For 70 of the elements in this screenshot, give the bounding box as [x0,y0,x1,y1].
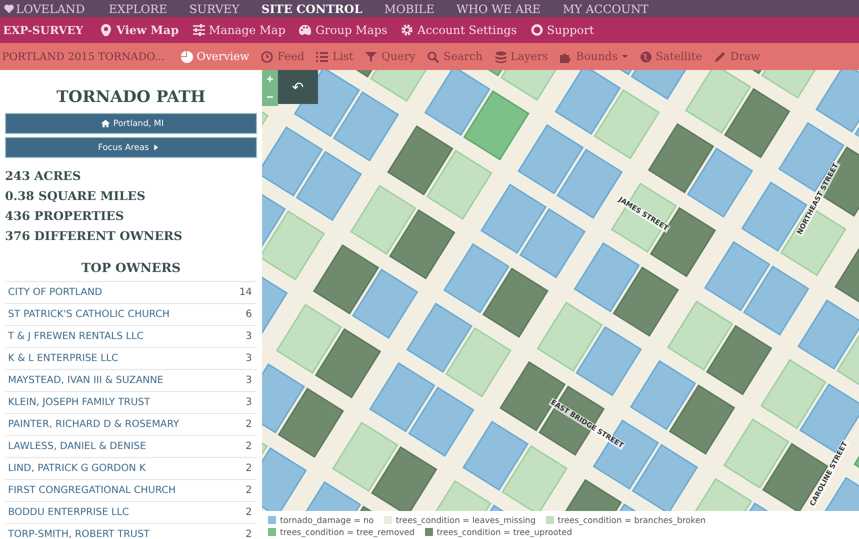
owner-link[interactable]: TORP-SMITH, ROBERT TRUST [8,529,150,539]
toolbar-link[interactable]: Overview [174,50,256,63]
home-icon [101,119,110,128]
owner-link[interactable]: BODDU ENTERPRISE LLC [8,507,130,518]
toolbar-link[interactable]: Account Settings [394,23,524,37]
toolbar-link[interactable]: Manage Map [186,23,292,37]
owner-link[interactable]: MAYSTEAD, IVAN III & SUZANNE [8,375,164,386]
owner-count: 3 [246,353,252,364]
stat-text: 436 PROPERTIES [5,208,125,225]
heart-icon [4,4,14,14]
nav-link[interactable]: MOBILE [373,2,446,16]
nav-link[interactable]: MY ACCOUNT [552,2,660,16]
app-title: EXP-SURVEY [2,24,84,36]
globe-icon [640,50,652,62]
panel-button[interactable]: Portland, MI [5,113,257,134]
owner-count: 2 [246,441,252,452]
owner-count: 3 [246,397,252,408]
panel-title: TORNADO PATH [56,86,206,108]
legend-label: trees_condition = tree_uprooted [436,526,572,538]
panel-button[interactable]: Focus Areas [5,137,257,158]
toolbar-link[interactable]: Group Maps [292,23,394,37]
owner-link[interactable]: LAWLESS, DANIEL & DENISE [8,441,146,452]
nav-link[interactable]: SITE CONTROL [250,2,374,16]
legend-label: trees_condition = tree_removed [280,526,415,538]
lifebuoy-icon [530,24,543,36]
search-icon [427,50,440,62]
map-title: PORTLAND 2015 TORNADO... [1,50,166,62]
stat-text: 376 DIFFERENT OWNERS [5,228,184,245]
nav-link[interactable]: SURVEY [178,2,250,16]
legend-label: trees_condition = leaves_missing [396,514,536,526]
pie-chart-icon [180,50,193,62]
owner-link[interactable]: CITY OF PORTLAND [8,287,102,298]
sliders-icon [192,24,205,36]
legend-label: trees_condition = branches_broken [558,514,706,526]
legend-label: tornado_damage = no [280,514,374,526]
nav-link[interactable]: WHO WE ARE [446,2,552,16]
nav-link[interactable]: EXPLORE [98,2,178,16]
clock-icon [261,50,274,62]
owner-count: 3 [246,331,252,342]
section-title: TOP OWNERS [80,259,182,277]
owner-link[interactable]: T & J FREWEN RENTALS LLC [8,331,144,342]
owner-count: 3 [246,375,252,386]
owner-count: 2 [246,485,252,496]
owner-link[interactable]: PAINTER, RICHARD D & ROSEMARY [8,419,180,430]
parcel-map-drawing[interactable] [262,70,859,511]
palette-icon [299,24,312,36]
owner-count: 14 [239,287,252,298]
owner-link[interactable]: KLEIN, JOSEPH FAMILY TRUST [8,397,150,408]
owner-link[interactable]: FIRST CONGREGATIONAL CHURCH [8,485,176,496]
owner-count: 2 [246,463,252,474]
toolbar-link[interactable]: View Map [93,23,186,37]
owner-link[interactable]: K & L ENTERPRISE LLC [8,353,118,364]
filter-icon [365,50,378,62]
settings-icon [401,24,414,36]
stat-text: 0.38 SQUARE MILES [5,188,146,205]
owner-count: 2 [246,419,252,430]
owner-count: 2 [246,529,252,539]
owner-link[interactable]: LIND, PATRICK G GORDON K [8,463,146,474]
puzzle-icon [560,50,572,62]
owner-count: 6 [246,309,252,320]
stat-text: 243 ACRES [5,168,82,185]
map-pin-icon [100,24,112,36]
back-button[interactable]: ↶ [278,70,318,104]
toolbar-link[interactable]: Support [524,23,601,37]
list-icon [316,50,328,62]
stack-icon [494,50,507,62]
owner-link[interactable]: ST PATRICK'S CATHOLIC CHURCH [8,309,170,320]
owner-count: 2 [246,507,252,518]
pencil-icon [714,50,726,62]
brand-link[interactable]: LOVELAND [0,2,98,16]
